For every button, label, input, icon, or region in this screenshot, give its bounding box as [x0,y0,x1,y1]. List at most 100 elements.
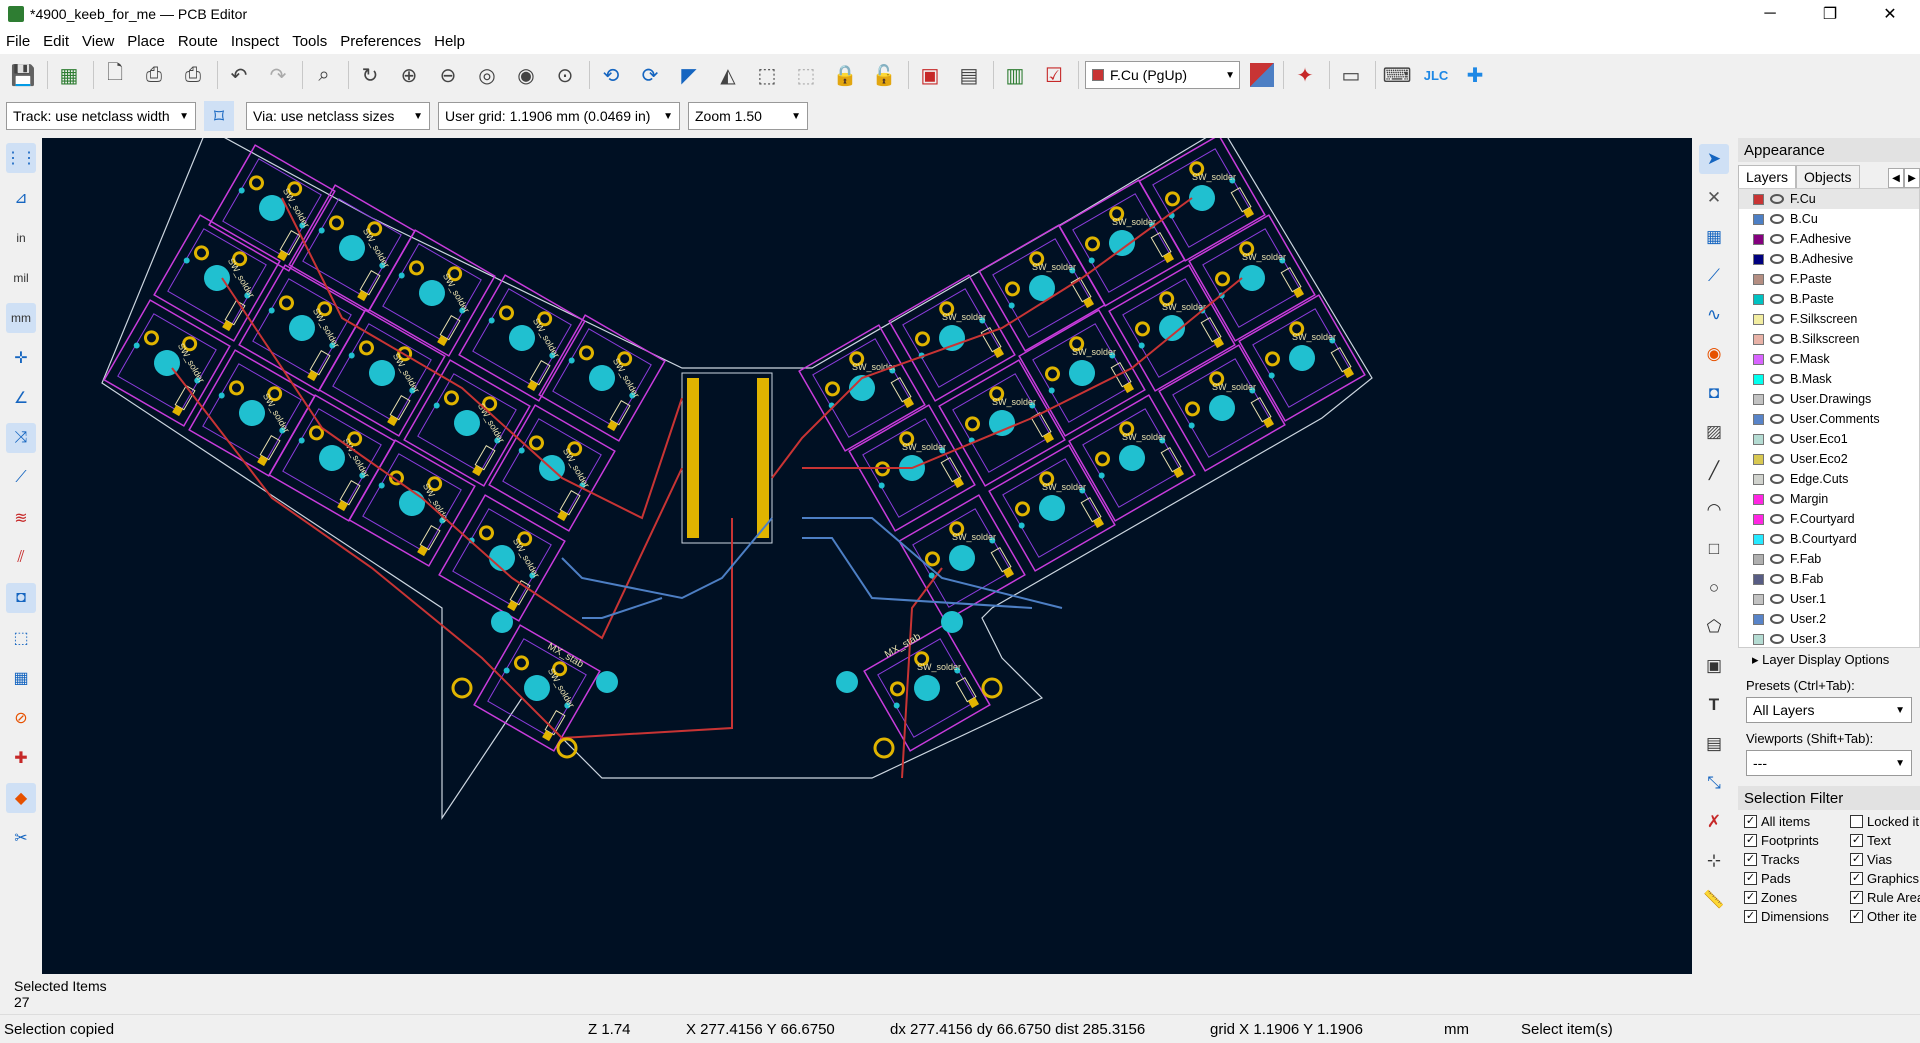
scripting-icon[interactable]: ✦ [1290,60,1320,90]
layer-color-swatch[interactable] [1753,353,1764,365]
visibility-eye-icon[interactable] [1770,414,1784,424]
maximize-button[interactable]: ❐ [1800,0,1860,28]
undo-icon[interactable]: ↶ [224,60,254,90]
console-icon[interactable]: ▭ [1336,60,1366,90]
delete-tool-icon[interactable]: ✗ [1699,807,1729,837]
layer-color-swatch[interactable] [1753,253,1764,265]
auto-track-width-icon[interactable]: ⌑ [204,101,234,131]
layer-color-swatch[interactable] [1753,573,1764,585]
layer-row[interactable]: F.Paste [1739,269,1919,289]
refresh-icon[interactable]: ↻ [355,60,385,90]
mirror-icon[interactable]: ◭ [713,60,743,90]
layer-pair-icon[interactable] [1250,63,1274,87]
rotate-cw-icon[interactable]: ⟳ [635,60,665,90]
visibility-eye-icon[interactable] [1770,634,1784,644]
track-width-select[interactable]: Track: use netclass width ▼ [6,102,196,130]
draw-rectangle-icon[interactable]: □ [1699,534,1729,564]
menu-help[interactable]: Help [434,33,465,50]
checkbox-checked-icon[interactable]: ✓ [1850,872,1863,885]
route-track-icon[interactable]: ⟋ [1699,261,1729,291]
drc-icon[interactable]: ☑ [1039,60,1069,90]
active-layer-select[interactable]: F.Cu (PgUp) ▼ [1085,61,1240,89]
via-size-select[interactable]: Via: use netclass sizes ▼ [246,102,430,130]
menu-file[interactable]: File [6,33,30,50]
layer-row[interactable]: B.Mask [1739,369,1919,389]
add-via-icon[interactable]: ◉ [1699,339,1729,369]
plot-icon[interactable]: ⎙ [178,60,208,90]
filter-checkbox[interactable]: ✓ Footprints [1744,833,1850,848]
layer-color-swatch[interactable] [1753,373,1764,385]
measure-icon[interactable]: 📏 [1699,885,1729,915]
mils-icon[interactable]: mil [6,263,36,293]
tab-right-arrow-icon[interactable]: ▶ [1904,168,1920,188]
draw-circle-icon[interactable]: ○ [1699,573,1729,603]
visibility-eye-icon[interactable] [1770,534,1784,544]
visibility-eye-icon[interactable] [1770,614,1784,624]
zoom-fit-icon[interactable]: ◎ [472,60,502,90]
layer-color-swatch[interactable] [1753,293,1764,305]
flip-icon[interactable]: ◤ [674,60,704,90]
footprint-display-icon[interactable]: ▦ [6,663,36,693]
layer-row[interactable]: B.Paste [1739,289,1919,309]
layer-color-swatch[interactable] [1753,233,1764,245]
filter-checkbox[interactable]: Locked it [1850,814,1920,829]
grid-toggle-icon[interactable]: ⋮⋮ [5,143,37,173]
menu-inspect[interactable]: Inspect [231,33,279,50]
lock-icon[interactable]: 🔒 [830,60,860,90]
visibility-eye-icon[interactable] [1770,334,1784,344]
checkbox-checked-icon[interactable]: ✓ [1744,815,1757,828]
layer-color-swatch[interactable] [1753,593,1764,605]
checkbox-unchecked-icon[interactable] [1850,815,1863,828]
visibility-eye-icon[interactable] [1770,494,1784,504]
unlock-icon[interactable]: 🔓 [869,60,899,90]
zone-display-icon[interactable]: ⊘ [6,703,36,733]
properties-icon[interactable]: ✂ [6,823,36,853]
rotate-ccw-icon[interactable]: ⟲ [596,60,626,90]
tab-layers[interactable]: Layers [1738,165,1797,188]
menu-place[interactable]: Place [127,33,165,50]
filter-checkbox[interactable]: ✓ Other ite [1850,909,1920,924]
drc-marker-icon[interactable]: ✚ [6,743,36,773]
layer-color-swatch[interactable] [1753,453,1764,465]
layer-row[interactable]: User.3 [1739,629,1919,647]
layer-color-swatch[interactable] [1753,493,1764,505]
angle-constraint-icon[interactable]: ∠ [6,383,36,413]
layer-row[interactable]: User.1 [1739,589,1919,609]
checkbox-checked-icon[interactable]: ✓ [1744,853,1757,866]
layer-row[interactable]: B.Fab [1739,569,1919,589]
add-footprint-icon[interactable]: ▦ [1699,222,1729,252]
add-text-icon[interactable]: T [1699,690,1729,720]
checkbox-checked-icon[interactable]: ✓ [1850,853,1863,866]
layer-row[interactable]: User.Eco1 [1739,429,1919,449]
net-highlight-icon[interactable]: ≋ [6,503,36,533]
visibility-eye-icon[interactable] [1770,514,1784,524]
visibility-eye-icon[interactable] [1770,274,1784,284]
cursor-shape-icon[interactable]: ✛ [6,343,36,373]
layer-color-swatch[interactable] [1753,473,1764,485]
visibility-eye-icon[interactable] [1770,554,1784,564]
pcb-canvas[interactable]: SW_solder [42,138,1692,974]
visibility-eye-icon[interactable] [1770,474,1784,484]
visibility-eye-icon[interactable] [1770,374,1784,384]
viewports-select[interactable]: --- ▼ [1746,750,1912,776]
close-button[interactable]: ✕ [1860,0,1920,28]
visibility-eye-icon[interactable] [1770,194,1784,204]
menu-route[interactable]: Route [178,33,218,50]
visibility-eye-icon[interactable] [1770,594,1784,604]
visibility-eye-icon[interactable] [1770,434,1784,444]
zoom-selection-icon[interactable]: ⊙ [550,60,580,90]
group-icon[interactable]: ⬚ [752,60,782,90]
layer-color-swatch[interactable] [1753,633,1764,645]
filter-checkbox[interactable]: ✓ Text [1850,833,1920,848]
zoom-in-icon[interactable]: ⊕ [394,60,424,90]
ratsnest-icon[interactable]: ⤨ [6,423,36,453]
layer-row[interactable]: Margin [1739,489,1919,509]
track-outline-icon[interactable]: ⫽ [6,543,36,573]
layer-row[interactable]: B.Adhesive [1739,249,1919,269]
millimeters-icon[interactable]: mm [6,303,36,333]
filter-checkbox[interactable]: ✓ Pads [1744,871,1850,886]
visibility-eye-icon[interactable] [1770,314,1784,324]
add-textbox-icon[interactable]: ▤ [1699,729,1729,759]
draw-arc-icon[interactable]: ◠ [1699,495,1729,525]
visibility-eye-icon[interactable] [1770,354,1784,364]
